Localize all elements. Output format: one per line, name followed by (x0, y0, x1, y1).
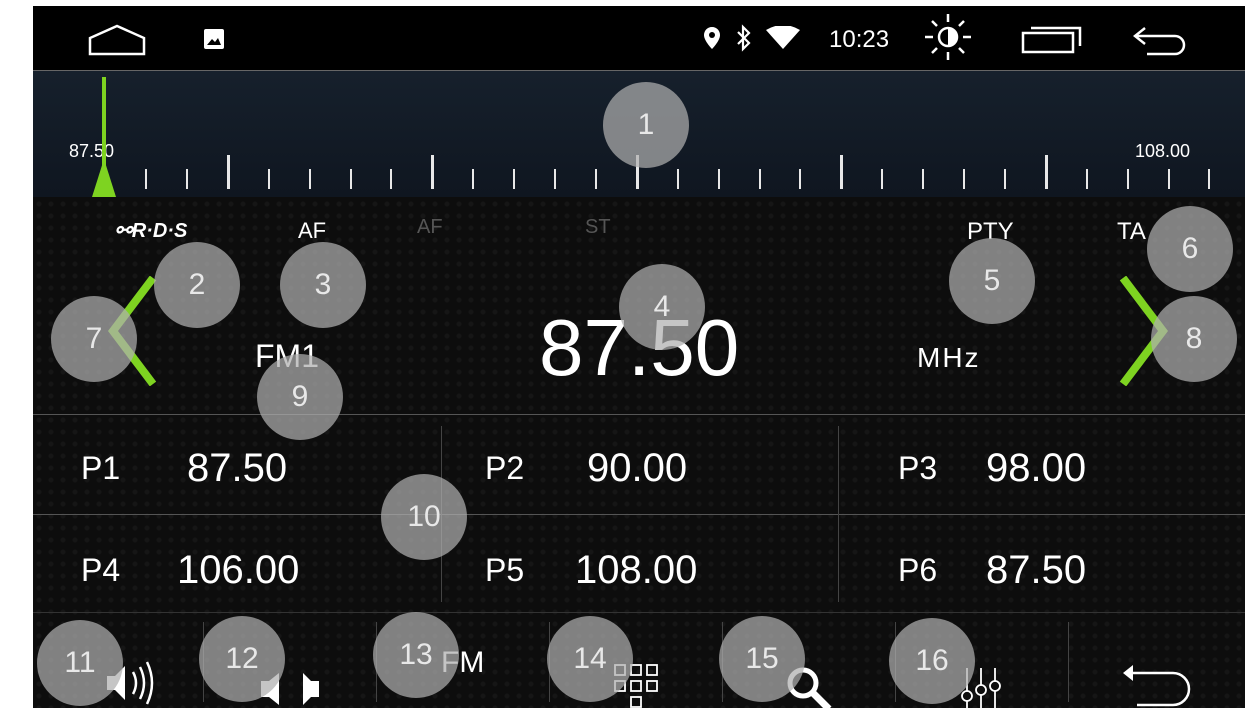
preset-frequency: 90.00 (587, 446, 688, 490)
stereo-indicator: ST (585, 216, 611, 238)
preset-divider-bottom (33, 612, 1245, 613)
scale-tick (1167, 169, 1170, 189)
preset-label: P5 (485, 552, 525, 588)
scale-tick (676, 169, 679, 189)
af-indicator[interactable]: AF (298, 218, 326, 244)
scale-tick (145, 169, 147, 189)
preset-frequency: 98.00 (986, 446, 1087, 490)
callout-5: 5 (949, 238, 1035, 324)
scale-tick (1208, 169, 1211, 189)
callout-15: 15 (719, 616, 805, 702)
preset-frequency: 87.50 (986, 548, 1087, 592)
scale-max-label: 108.00 (1135, 141, 1191, 161)
back-button[interactable] (1119, 640, 1193, 708)
scale-tick (717, 169, 720, 189)
status-bar: 10:23 (33, 6, 1245, 71)
preset-label: P3 (898, 450, 938, 486)
preset-col-divider-2 (838, 426, 839, 602)
preset-divider-mid (33, 514, 1245, 515)
preset-label: P6 (898, 552, 938, 588)
scale-tick (554, 169, 556, 189)
callout-2: 2 (154, 242, 240, 328)
scale-tick (1126, 169, 1129, 189)
back-icon[interactable] (1131, 24, 1191, 56)
callout-1: 1 (603, 82, 689, 168)
preset-frequency: 108.00 (575, 548, 698, 592)
callout-12: 12 (199, 616, 285, 702)
scale-tick (431, 155, 435, 189)
scale-tick (1003, 169, 1006, 189)
scale-tick (881, 169, 884, 189)
callout-9: 9 (257, 354, 343, 440)
scale-tick (472, 169, 475, 189)
preset-6[interactable]: P6 87.50 (840, 516, 1245, 612)
gallery-icon[interactable] (203, 28, 225, 50)
callout-14: 14 (547, 616, 633, 702)
home-icon[interactable] (88, 24, 146, 56)
callout-13: 13 (373, 612, 459, 698)
callout-3: 3 (280, 242, 366, 328)
preset-frequency: 87.50 (187, 446, 288, 490)
scale-tick (308, 169, 311, 189)
recent-apps-icon[interactable] (1021, 24, 1083, 54)
preset-5[interactable]: P5 108.00 (443, 516, 836, 612)
rds-logo-icon: ⚯ (115, 220, 132, 242)
preset-3[interactable]: P3 98.00 (840, 416, 1245, 512)
scale-tick (390, 169, 393, 189)
scale-tick (513, 169, 516, 189)
toolbar-divider (1068, 622, 1069, 702)
callout-7: 7 (51, 296, 137, 382)
scale-tick (1044, 155, 1048, 189)
callout-6: 6 (1147, 206, 1233, 292)
bluetooth-icon (737, 24, 751, 52)
frequency-unit: MHz (917, 342, 981, 373)
scale-tick (922, 169, 925, 189)
ta-button[interactable]: TA (1117, 218, 1146, 246)
callout-8: 8 (1151, 296, 1237, 382)
wifi-icon (766, 26, 800, 49)
af-indicator-inactive: AF (417, 216, 443, 238)
scale-tick (267, 169, 270, 189)
preset-divider-top (33, 414, 1245, 415)
scale-tick (594, 169, 597, 189)
status-time: 10:23 (829, 26, 890, 53)
scale-tick (840, 155, 844, 189)
preset-label: P2 (485, 450, 525, 486)
scale-tick (799, 169, 802, 189)
scale-tick (963, 169, 965, 189)
scale-tick (349, 169, 352, 189)
scale-tick (185, 169, 188, 189)
tuning-needle[interactable] (89, 77, 119, 197)
scale-tick (1085, 169, 1088, 189)
preset-1[interactable]: P1 87.50 (33, 416, 438, 512)
preset-label: P1 (81, 450, 121, 486)
callout-11: 11 (37, 620, 123, 706)
radio-screen: 10:23 87.50 108.00 ⚯R·D·S AF AF ST PTY T… (33, 6, 1245, 708)
preset-frequency: 106.00 (177, 548, 300, 592)
callout-10: 10 (381, 474, 467, 560)
rds-indicator: ⚯R·D·S (115, 220, 188, 242)
location-icon (704, 27, 720, 49)
preset-2[interactable]: P2 90.00 (443, 416, 836, 512)
preset-label: P4 (81, 552, 121, 588)
callout-4: 4 (619, 264, 705, 350)
brightness-icon[interactable] (923, 12, 973, 62)
scale-tick (758, 169, 761, 189)
scale-tick (226, 155, 230, 189)
callout-16: 16 (889, 618, 975, 704)
preset-4[interactable]: P4 106.00 (33, 516, 438, 612)
